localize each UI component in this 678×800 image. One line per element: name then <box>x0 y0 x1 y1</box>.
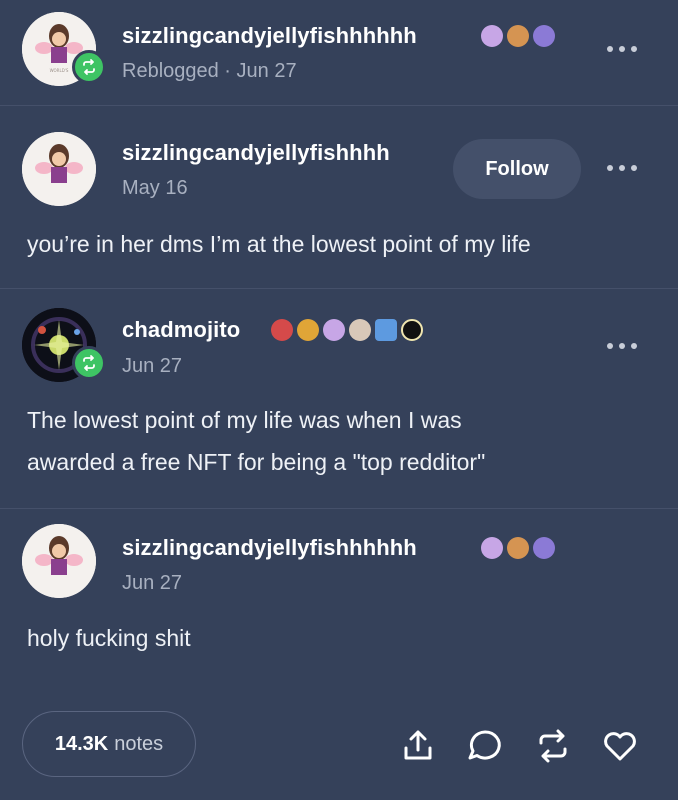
moon-badge-icon <box>401 319 423 341</box>
reblog-icon[interactable] <box>533 726 573 766</box>
reblog-badge-icon <box>72 50 106 84</box>
paw-badge-icon <box>533 537 555 559</box>
post-text: holy fucking shit <box>27 625 191 651</box>
notes-label: notes <box>114 732 164 755</box>
post-username[interactable]: sizzlingcandyjellyfishhhhhh <box>122 535 417 561</box>
like-icon[interactable] <box>600 726 640 766</box>
more-options-icon[interactable] <box>607 341 637 351</box>
user-badges <box>271 319 423 341</box>
notes-button[interactable]: 14.3K notes <box>22 711 196 777</box>
paw-badge-icon <box>481 25 503 47</box>
avatar[interactable] <box>22 524 96 598</box>
svg-text:WORLD'S: WORLD'S <box>50 68 69 73</box>
divider <box>0 288 678 289</box>
face-badge-icon <box>349 319 371 341</box>
reply-icon[interactable] <box>465 726 505 766</box>
user-badges <box>481 25 555 47</box>
paw-badge-icon <box>481 537 503 559</box>
post-meta: Reblogged · Jun 27 <box>122 60 297 82</box>
follow-button[interactable]: Follow <box>453 139 581 199</box>
post-username[interactable]: chadmojito <box>122 317 240 343</box>
reblog-badge-icon <box>72 346 106 380</box>
post-username[interactable]: sizzlingcandyjellyfishhhh <box>122 140 390 166</box>
post-username[interactable]: sizzlingcandyjellyfishhhhhh <box>122 23 417 49</box>
share-icon[interactable] <box>398 726 438 766</box>
post-date: Jun 27 <box>122 572 183 594</box>
ticket-badge-icon <box>375 319 397 341</box>
post-date: May 16 <box>122 177 188 199</box>
post-date: Jun 27 <box>122 355 183 377</box>
user-badges <box>481 537 555 559</box>
more-options-icon[interactable] <box>607 44 637 54</box>
post-text-line: awarded a free NFT for being a "top redd… <box>27 449 486 475</box>
paw-badge-icon <box>507 537 529 559</box>
award-badge-icon <box>271 319 293 341</box>
paw-badge-icon <box>507 25 529 47</box>
post-text-line: The lowest point of my life was when I w… <box>27 407 462 433</box>
divider <box>0 105 678 106</box>
divider <box>0 508 678 509</box>
more-options-icon[interactable] <box>607 163 637 173</box>
avatar[interactable] <box>22 132 96 206</box>
notes-count: 14.3K <box>54 732 109 755</box>
post-text: you’re in her dms I’m at the lowest poin… <box>27 231 531 257</box>
star-badge-icon <box>297 319 319 341</box>
paw-badge-icon <box>533 25 555 47</box>
paw-badge-icon <box>323 319 345 341</box>
